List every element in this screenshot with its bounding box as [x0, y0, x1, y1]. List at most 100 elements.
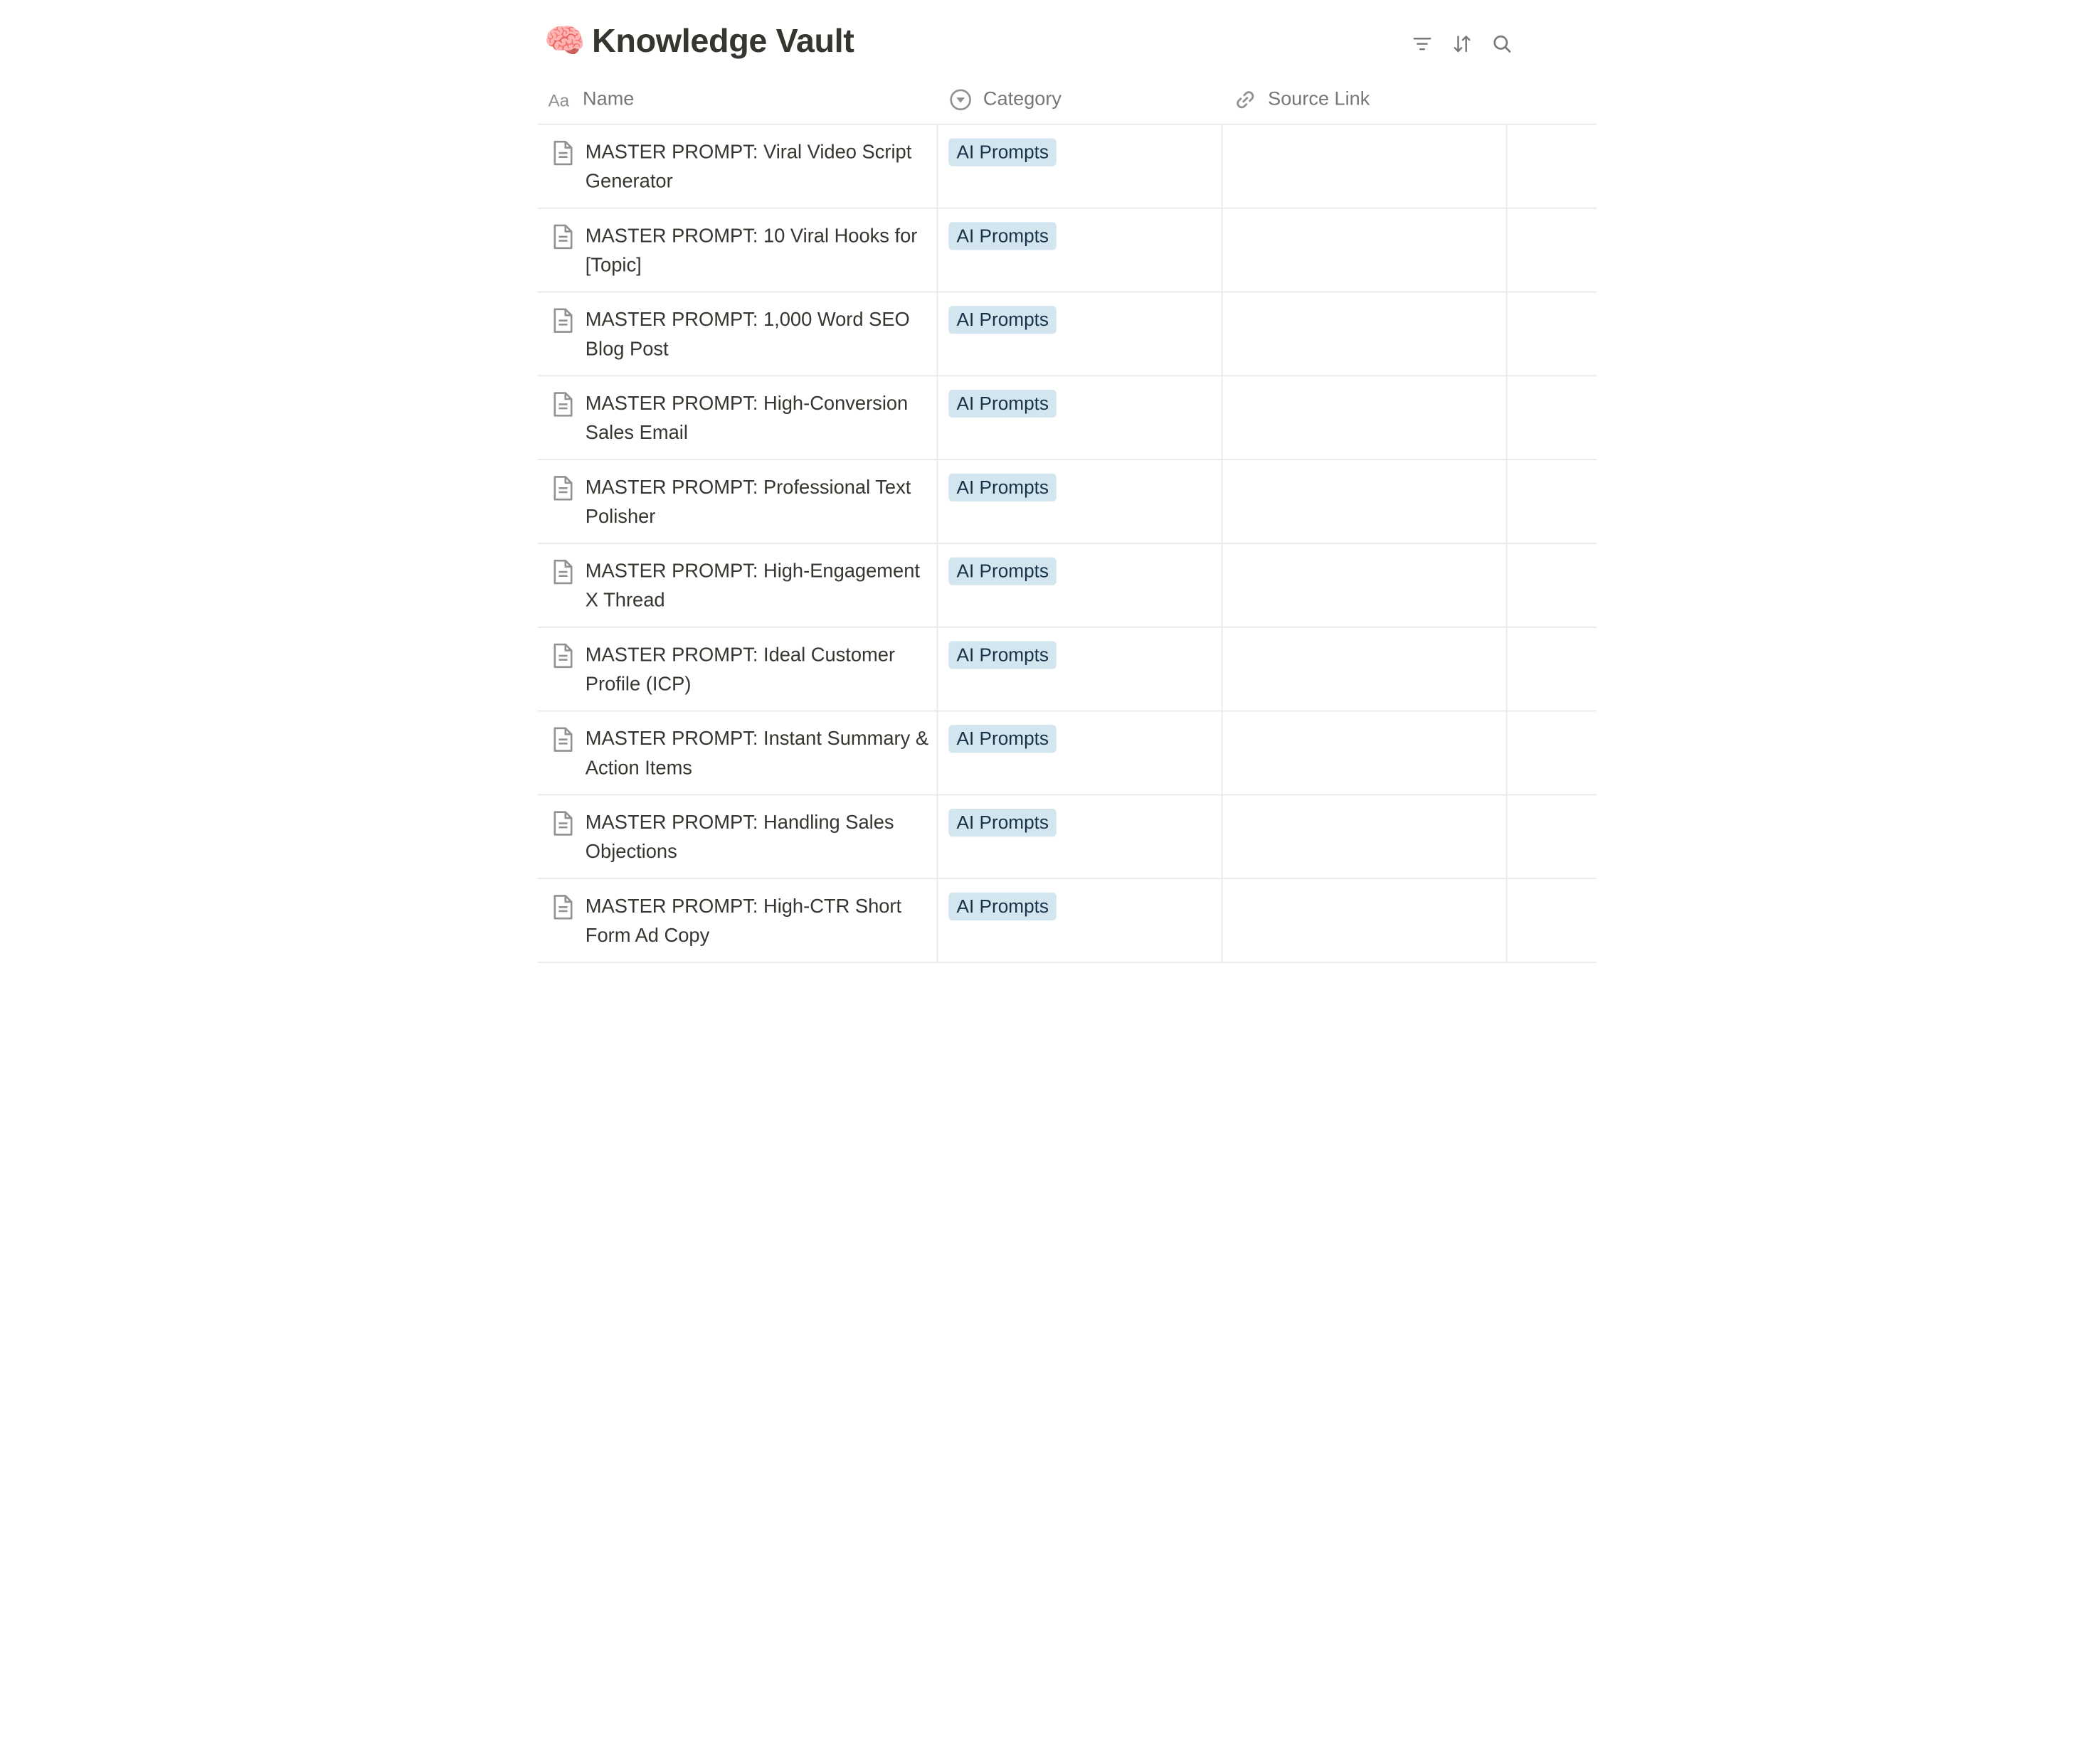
category-tag: AI Prompts — [948, 473, 1057, 501]
page-document-icon — [554, 476, 573, 501]
select-chevron-icon — [948, 87, 973, 111]
row-source-link-cell[interactable] — [1223, 711, 1506, 794]
text-aa-icon: Aa — [548, 87, 572, 111]
row-category-cell[interactable]: AI Prompts — [948, 306, 1057, 334]
column-divider — [936, 627, 938, 711]
table-row[interactable]: MASTER PROMPT: Instant Summary & Action … — [537, 711, 1597, 796]
table-row[interactable]: MASTER PROMPT: Handling Sales Objections… — [537, 795, 1597, 880]
column-divider — [1505, 879, 1508, 962]
svg-text:Aa: Aa — [548, 91, 569, 110]
row-category-cell[interactable]: AI Prompts — [948, 389, 1057, 418]
row-category-cell[interactable]: AI Prompts — [948, 892, 1057, 921]
filter-button[interactable] — [1409, 31, 1435, 57]
row-name-text: MASTER PROMPT: 10 Viral Hooks for [Topic… — [585, 225, 918, 277]
table-row[interactable]: MASTER PROMPT: High-Conversion Sales Ema… — [537, 376, 1597, 461]
page-document-icon — [554, 224, 573, 250]
row-name-cell[interactable]: MASTER PROMPT: Instant Summary & Action … — [549, 725, 931, 785]
page-document-icon — [554, 643, 573, 669]
row-name-cell[interactable]: MASTER PROMPT: 10 Viral Hooks for [Topic… — [549, 222, 931, 282]
row-category-cell[interactable]: AI Prompts — [948, 725, 1057, 753]
table-row[interactable]: MASTER PROMPT: Professional Text Polishe… — [537, 460, 1597, 544]
column-divider — [936, 208, 938, 292]
row-category-cell[interactable]: AI Prompts — [948, 557, 1057, 585]
column-divider — [936, 460, 938, 543]
page-document-icon — [554, 140, 573, 166]
table-row[interactable]: MASTER PROMPT: Viral Video Script Genera… — [537, 124, 1597, 209]
row-category-cell[interactable]: AI Prompts — [948, 808, 1057, 837]
row-name-cell[interactable]: MASTER PROMPT: High-Engagement X Thread — [549, 558, 931, 617]
page-document-icon — [554, 392, 573, 417]
row-source-link-cell[interactable] — [1223, 292, 1506, 375]
row-name-text: MASTER PROMPT: Instant Summary & Action … — [585, 728, 929, 780]
row-category-cell[interactable]: AI Prompts — [948, 641, 1057, 669]
column-header-source-link[interactable]: Source Link — [1233, 75, 1505, 124]
row-source-link-cell[interactable] — [1223, 376, 1506, 459]
category-tag: AI Prompts — [948, 725, 1057, 753]
column-divider — [1505, 627, 1508, 711]
column-header-category-label: Category — [983, 88, 1061, 110]
column-divider — [936, 795, 938, 878]
category-tag: AI Prompts — [948, 138, 1057, 166]
column-divider — [1505, 795, 1508, 878]
row-name-cell[interactable]: MASTER PROMPT: High-Conversion Sales Ema… — [549, 390, 931, 450]
category-tag: AI Prompts — [948, 641, 1057, 669]
row-source-link-cell[interactable] — [1223, 125, 1506, 208]
table-row[interactable]: MASTER PROMPT: High-CTR Short Form Ad Co… — [537, 879, 1597, 963]
column-header-category[interactable]: Category — [948, 75, 1221, 124]
row-name-cell[interactable]: MASTER PROMPT: Ideal Customer Profile (I… — [549, 641, 931, 701]
column-divider — [936, 711, 938, 795]
row-name-text: MASTER PROMPT: Ideal Customer Profile (I… — [585, 644, 896, 696]
table-row[interactable]: MASTER PROMPT: 1,000 Word SEO Blog Post … — [537, 292, 1597, 377]
column-divider — [1505, 376, 1508, 459]
row-name-text: MASTER PROMPT: High-Conversion Sales Ema… — [585, 393, 909, 445]
link-icon — [1233, 87, 1257, 111]
row-source-link-cell[interactable] — [1223, 795, 1506, 878]
row-source-link-cell[interactable] — [1223, 209, 1506, 292]
column-divider — [1505, 208, 1508, 292]
page-document-icon — [554, 559, 573, 585]
row-name-cell[interactable]: MASTER PROMPT: Professional Text Polishe… — [549, 474, 931, 533]
page-document-icon — [554, 727, 573, 752]
sort-button[interactable] — [1449, 31, 1475, 57]
table-row[interactable]: MASTER PROMPT: High-Engagement X Thread … — [537, 543, 1597, 628]
row-source-link-cell[interactable] — [1223, 544, 1506, 627]
category-tag: AI Prompts — [948, 557, 1057, 585]
table-row[interactable]: MASTER PROMPT: Ideal Customer Profile (I… — [537, 627, 1597, 712]
page-header: 🧠 Knowledge Vault — [544, 18, 1515, 72]
column-header-name-label: Name — [583, 88, 635, 110]
search-button[interactable] — [1489, 31, 1515, 57]
row-name-cell[interactable]: MASTER PROMPT: Handling Sales Objections — [549, 809, 931, 868]
column-divider — [936, 543, 938, 627]
row-name-text: MASTER PROMPT: 1,000 Word SEO Blog Post — [585, 309, 910, 361]
column-divider — [936, 879, 938, 962]
page-title[interactable]: 🧠 Knowledge Vault — [544, 23, 854, 61]
column-header-name[interactable]: Aa Name — [548, 75, 933, 124]
search-icon — [1493, 35, 1511, 53]
row-category-cell[interactable]: AI Prompts — [948, 222, 1057, 250]
row-category-cell[interactable]: AI Prompts — [948, 473, 1057, 501]
table-body: MASTER PROMPT: Viral Video Script Genera… — [537, 124, 1597, 963]
database-table: Aa Name Category Source Link MASTER PROM… — [537, 75, 1597, 963]
row-category-cell[interactable]: AI Prompts — [948, 138, 1057, 166]
page-document-icon — [554, 895, 573, 920]
row-name-cell[interactable]: MASTER PROMPT: 1,000 Word SEO Blog Post — [549, 306, 931, 366]
row-name-text: MASTER PROMPT: High-Engagement X Thread — [585, 561, 920, 612]
row-name-cell[interactable]: MASTER PROMPT: Viral Video Script Genera… — [549, 138, 931, 198]
row-source-link-cell[interactable] — [1223, 879, 1506, 962]
category-tag: AI Prompts — [948, 808, 1057, 837]
category-tag: AI Prompts — [948, 222, 1057, 250]
table-header: Aa Name Category Source Link — [537, 75, 1597, 125]
column-divider — [1505, 543, 1508, 627]
page-document-icon — [554, 811, 573, 836]
page-emoji-icon[interactable]: 🧠 — [544, 23, 586, 60]
page-title-text: Knowledge Vault — [592, 22, 854, 60]
row-source-link-cell[interactable] — [1223, 628, 1506, 711]
column-divider — [1505, 292, 1508, 376]
page-document-icon — [554, 308, 573, 333]
row-name-text: MASTER PROMPT: Professional Text Polishe… — [585, 477, 911, 529]
row-source-link-cell[interactable] — [1223, 460, 1506, 543]
column-header-source-link-label: Source Link — [1268, 88, 1370, 110]
column-divider — [936, 124, 938, 208]
column-divider — [1505, 124, 1508, 208]
table-row[interactable]: MASTER PROMPT: 10 Viral Hooks for [Topic… — [537, 208, 1597, 293]
